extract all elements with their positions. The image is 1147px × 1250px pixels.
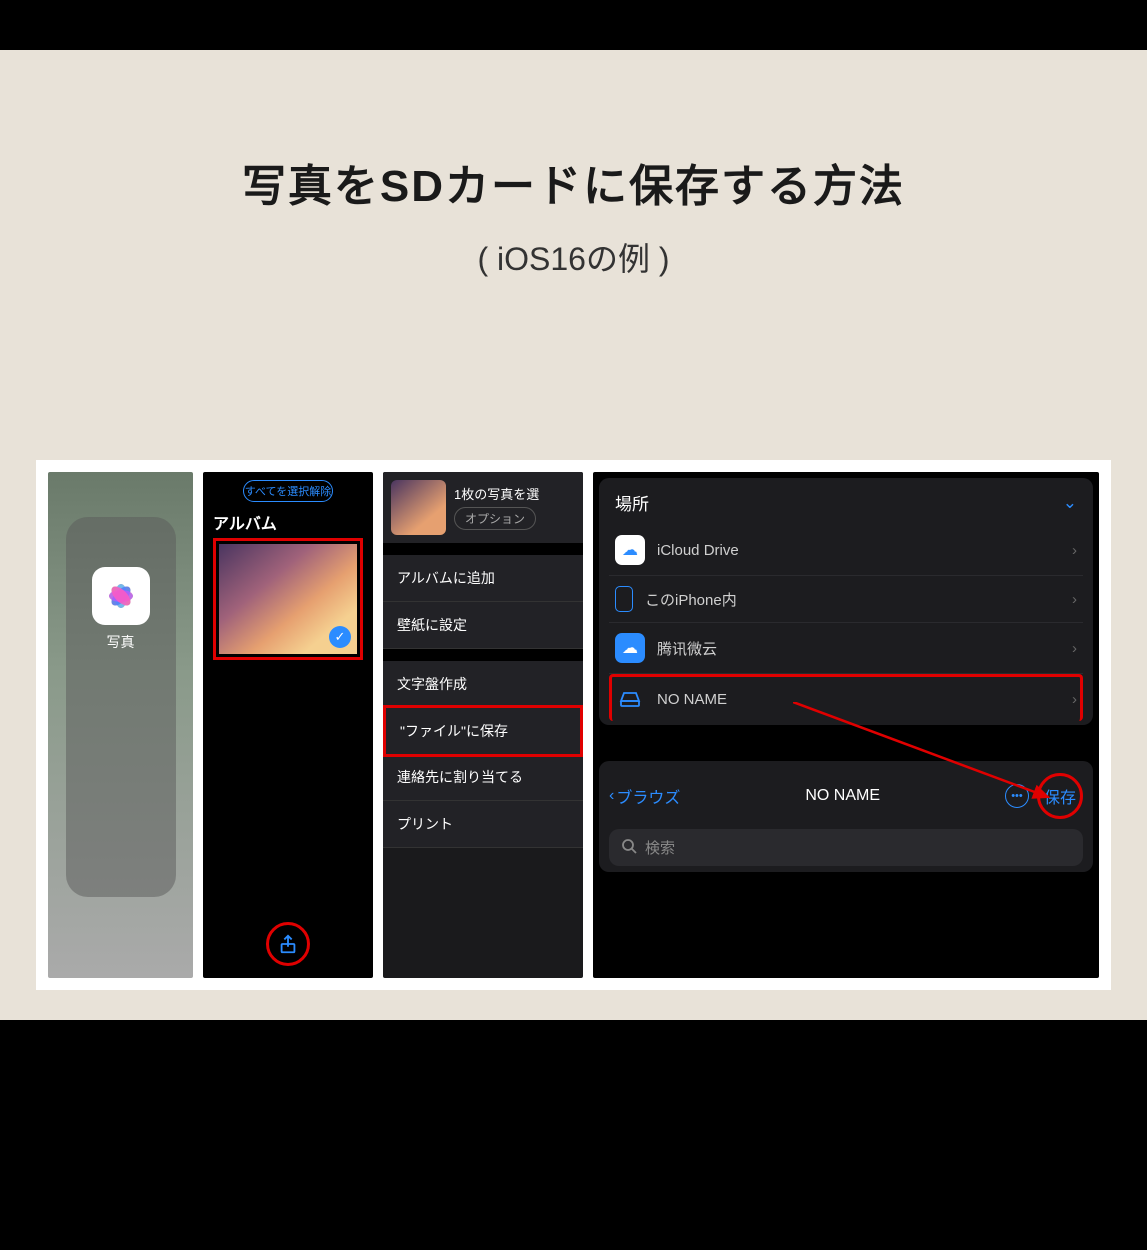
options-chip[interactable]: オプション: [454, 507, 536, 530]
step-select-photo: すべてを選択解除 アルバム ✓: [203, 472, 373, 978]
location-icloud[interactable]: ☁ iCloud Drive ›: [609, 525, 1083, 576]
search-placeholder: 検索: [645, 837, 675, 858]
location-label: NO NAME: [657, 691, 727, 708]
action-save-to-files[interactable]: "ファイル"に保存: [383, 705, 583, 757]
locations-heading: 場所: [615, 490, 649, 515]
phone-icon: [615, 586, 633, 612]
step-share-sheet: 1枚の写真を選 オプション アルバムに追加 壁紙に設定 文字盤作成 "ファイル"…: [383, 472, 583, 978]
search-input[interactable]: 検索: [609, 829, 1083, 866]
chevron-left-icon: ‹: [609, 787, 614, 805]
page-title: 写真をSDカードに保存する方法: [0, 150, 1147, 214]
search-icon: [621, 838, 637, 858]
browse-label: ブラウズ: [616, 784, 680, 808]
action-add-to-album[interactable]: アルバムに追加: [383, 555, 583, 602]
action-assign-contact[interactable]: 連絡先に割り当てる: [383, 754, 583, 801]
highlight-thumbnail: ✓: [213, 538, 363, 660]
weiyun-icon: ☁: [615, 633, 645, 663]
deselect-all-button[interactable]: すべてを選択解除: [243, 480, 333, 502]
action-set-wallpaper[interactable]: 壁紙に設定: [383, 602, 583, 649]
step-photos-app: 写真: [48, 472, 193, 978]
location-title: NO NAME: [805, 787, 880, 805]
chevron-right-icon: ›: [1072, 640, 1077, 657]
location-label: このiPhone内: [645, 589, 737, 610]
location-label: iCloud Drive: [657, 542, 739, 559]
chevron-right-icon: ›: [1072, 591, 1077, 608]
step-locations: 場所 ⌄ ☁ iCloud Drive › このiPhone内 › ☁ 腾讯微云…: [593, 472, 1099, 978]
photos-app-icon[interactable]: [92, 567, 150, 625]
share-button[interactable]: [266, 922, 310, 966]
save-button[interactable]: 保存: [1037, 773, 1083, 819]
action-create-watchface[interactable]: 文字盤作成: [383, 661, 583, 708]
collapse-chevron-icon[interactable]: ⌄: [1063, 493, 1077, 513]
chevron-right-icon: ›: [1072, 691, 1077, 708]
chevron-right-icon: ›: [1072, 542, 1077, 559]
drive-icon: [615, 684, 645, 714]
photos-app-label: 写真: [48, 632, 193, 652]
action-print[interactable]: プリント: [383, 801, 583, 848]
selected-check-icon: ✓: [329, 626, 351, 648]
location-weiyun[interactable]: ☁ 腾讯微云 ›: [609, 623, 1083, 674]
share-thumbnail: [391, 480, 446, 535]
album-heading: アルバム: [213, 510, 373, 534]
back-browse-button[interactable]: ‹ ブラウズ: [609, 784, 680, 808]
photo-thumbnail[interactable]: ✓: [219, 544, 357, 654]
cloud-icon: ☁: [615, 535, 645, 565]
location-iphone[interactable]: このiPhone内 ›: [609, 576, 1083, 623]
location-noname[interactable]: NO NAME ›: [609, 674, 1083, 721]
share-header: 1枚の写真を選: [454, 484, 575, 503]
page-subtitle: ( iOS16の例 ): [0, 234, 1147, 280]
more-button[interactable]: •••: [1005, 784, 1029, 808]
location-label: 腾讯微云: [657, 638, 717, 659]
share-icon: [277, 933, 299, 955]
